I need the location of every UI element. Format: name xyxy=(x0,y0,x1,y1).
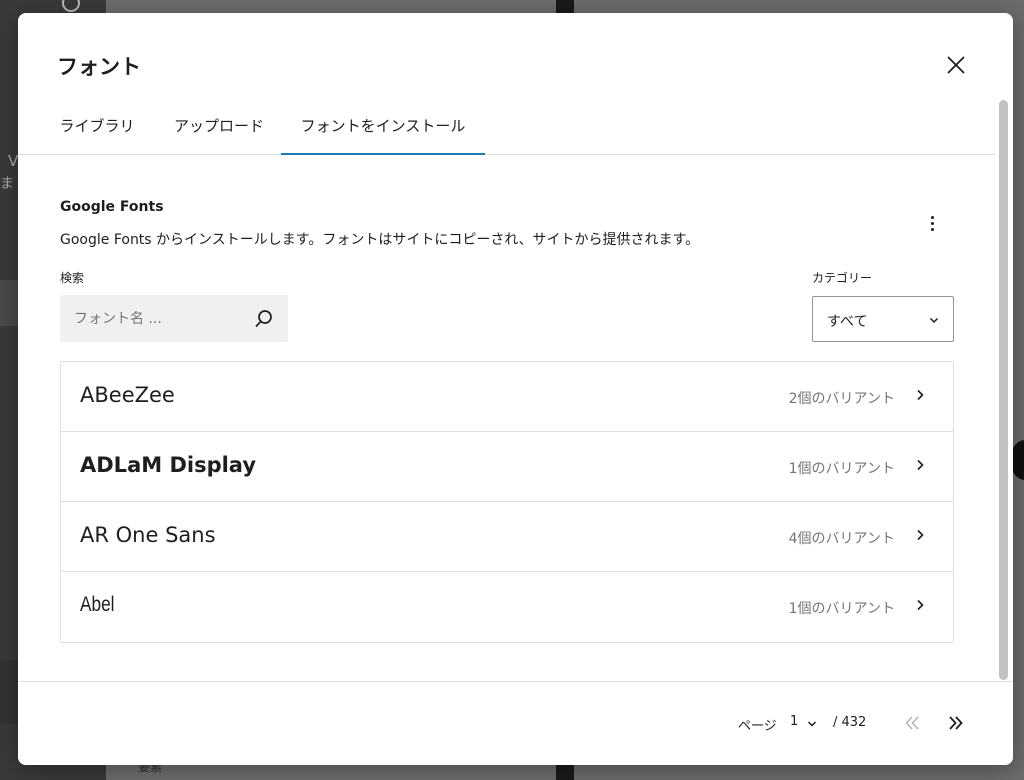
page-label: ページ xyxy=(738,719,777,734)
search-input[interactable] xyxy=(60,295,250,342)
font-list: ABeeZee 2個のバリアント ADLaM Display 1個のバリアント … xyxy=(60,361,954,643)
font-row-abel[interactable]: Abel 1個のバリアント xyxy=(61,572,953,642)
current-page: 1 xyxy=(790,714,799,729)
search-box xyxy=(60,295,288,342)
category-label: カテゴリー xyxy=(812,271,873,285)
close-button[interactable] xyxy=(940,49,972,81)
category-select[interactable]: すべて xyxy=(812,296,954,342)
modal-scrollbar[interactable] xyxy=(999,100,1008,680)
font-name: Abel xyxy=(80,593,115,616)
chevrons-right-icon xyxy=(949,716,963,730)
fonts-modal: フォント ライブラリ アップロード フォントをインストール Google Fon… xyxy=(18,13,1013,765)
font-row-abeezee[interactable]: ABeeZee 2個のバリアント xyxy=(61,362,953,432)
provider-title: Google Fonts xyxy=(60,199,164,215)
category-selected-value: すべて xyxy=(827,314,868,330)
font-row-adlam-display[interactable]: ADLaM Display 1個のバリアント xyxy=(61,432,953,502)
tab-library[interactable]: ライブラリ xyxy=(57,109,137,155)
modal-title: フォント xyxy=(57,55,141,79)
variant-count: 1個のバリアント xyxy=(788,601,895,617)
font-name: ADLaM Display xyxy=(80,453,257,477)
more-vertical-icon xyxy=(930,227,934,231)
editor-text-fragment: V xyxy=(8,152,19,170)
font-row-ar-one-sans[interactable]: AR One Sans 4個のバリアント xyxy=(61,502,953,572)
page-select[interactable]: 1 xyxy=(790,712,826,734)
search-label: 検索 xyxy=(60,271,85,285)
chevrons-left-icon xyxy=(905,716,919,730)
font-name: AR One Sans xyxy=(80,523,216,547)
more-options-button[interactable] xyxy=(918,209,946,237)
previous-page-button[interactable] xyxy=(900,710,926,736)
variant-count: 2個のバリアント xyxy=(788,391,895,407)
chevron-down-icon xyxy=(929,317,939,324)
variant-count: 1個のバリアント xyxy=(788,461,895,477)
tab-install-fonts[interactable]: フォントをインストール xyxy=(281,109,485,155)
font-name: ABeeZee xyxy=(80,383,175,407)
close-icon xyxy=(947,56,965,74)
tab-bar: ライブラリ アップロード フォントをインストール xyxy=(18,109,995,155)
page-total: / 432 xyxy=(833,715,867,730)
next-page-button[interactable] xyxy=(942,710,968,736)
more-vertical-icon xyxy=(930,215,934,219)
more-vertical-icon xyxy=(930,221,934,225)
chevron-right-icon xyxy=(917,459,924,471)
chevron-right-icon xyxy=(917,529,924,541)
modal-footer: ページ 1 / 432 xyxy=(18,681,1013,765)
search-icon[interactable] xyxy=(253,308,275,330)
chevron-down-icon xyxy=(807,721,817,727)
chevron-right-icon xyxy=(917,599,924,611)
chevron-right-icon xyxy=(917,389,924,401)
provider-description: Google Fonts からインストールします。フォントはサイトにコピーされ、… xyxy=(60,232,700,248)
editor-text-fragment: ま xyxy=(0,176,14,192)
variant-count: 4個のバリアント xyxy=(788,531,895,547)
tab-upload[interactable]: アップロード xyxy=(170,109,268,155)
